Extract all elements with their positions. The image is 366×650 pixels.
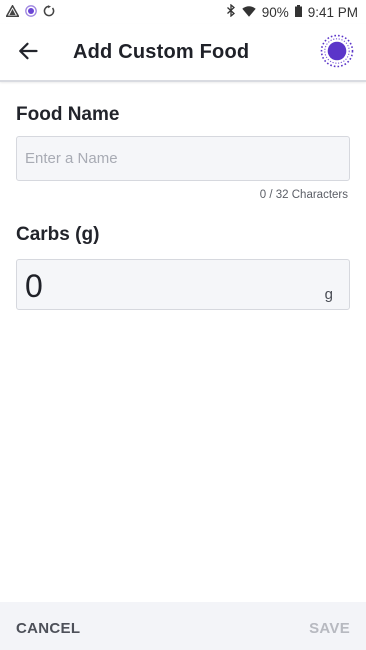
food-name-input[interactable] — [16, 136, 350, 181]
carbs-value: 0 — [25, 268, 43, 304]
carbs-label: Carbs (g) — [16, 224, 100, 245]
status-bar: 90% 9:41 PM — [0, 0, 366, 24]
sync-circle-icon — [43, 4, 55, 20]
alert-triangle-icon — [5, 3, 20, 20]
sensor-status-button[interactable] — [320, 34, 354, 73]
battery-percentage: 90% — [261, 4, 289, 20]
clock: 9:41 PM — [307, 4, 358, 20]
sensor-icon — [320, 34, 354, 73]
cancel-button[interactable]: CANCEL — [16, 620, 80, 637]
status-right-icons: 90% 9:41 PM — [226, 3, 358, 20]
save-button[interactable]: SAVE — [309, 620, 350, 637]
app-bar: Add Custom Food — [0, 24, 366, 82]
page-title: Add Custom Food — [73, 41, 250, 63]
app-dot-icon — [25, 4, 37, 20]
food-name-label: Food Name — [16, 104, 120, 125]
bottom-action-bar: CANCEL SAVE — [0, 602, 366, 650]
carbs-input[interactable]: 0 g — [16, 259, 350, 310]
status-left-icons — [5, 3, 55, 20]
battery-icon — [294, 4, 302, 20]
bluetooth-icon — [226, 3, 236, 20]
wifi-icon — [241, 5, 256, 20]
character-counter: 0 / 32 Characters — [259, 189, 348, 201]
back-button[interactable] — [12, 37, 44, 69]
arrow-left-icon — [18, 42, 38, 65]
carbs-unit: g — [324, 286, 333, 303]
